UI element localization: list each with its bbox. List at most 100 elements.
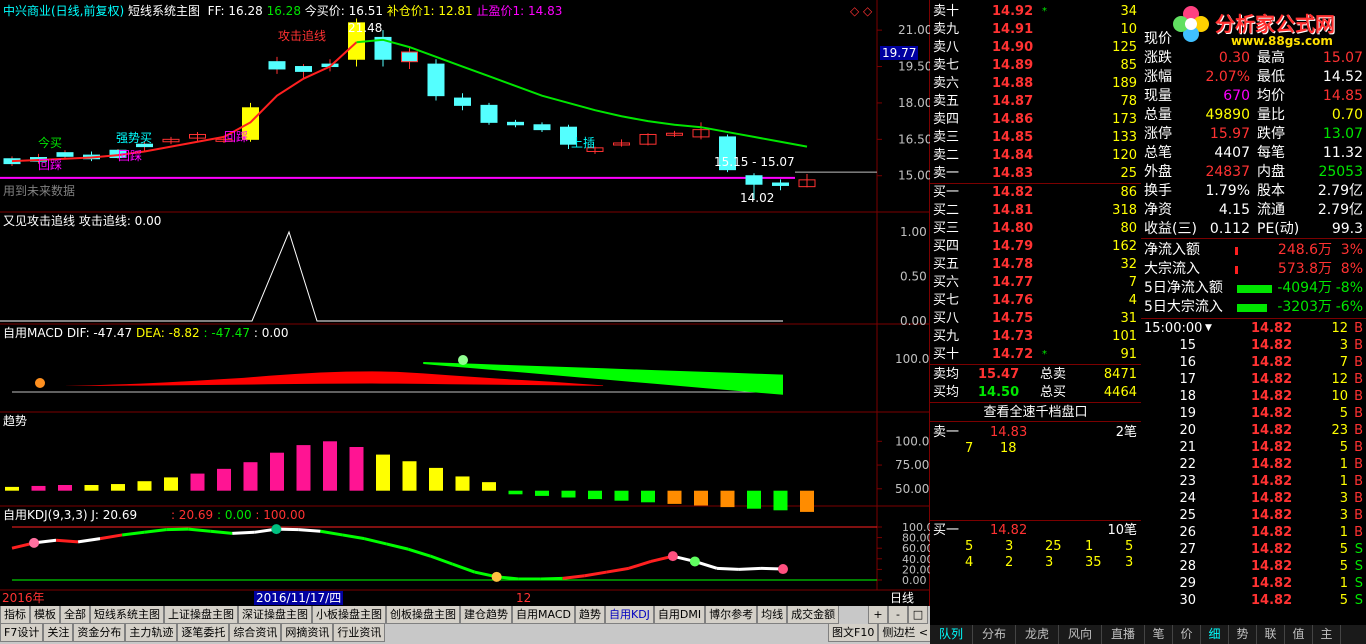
order-row[interactable]: 卖七 14.89 85 [930, 57, 1141, 74]
order-label: 卖六 [933, 76, 960, 91]
right-tab-9[interactable]: 联 [1257, 625, 1285, 644]
function-tab-2[interactable]: 资金分布 [73, 624, 126, 642]
order-row[interactable]: 买四 14.79 162 [930, 238, 1141, 255]
function-tab-4[interactable]: 逐笔委托 [177, 624, 230, 642]
order-row[interactable]: 卖五 14.87 78 [930, 93, 1141, 110]
order-row[interactable]: 买三 14.80 80 [930, 220, 1141, 237]
order-row[interactable]: 买七 14.76 4 [930, 292, 1141, 309]
indicator-tab-11[interactable]: 自用KDJ [604, 606, 654, 624]
order-label: 买一 [933, 185, 960, 200]
side-tab-0[interactable]: 图文F10 [828, 624, 879, 642]
order-row[interactable]: 买二 14.81 318 [930, 202, 1141, 219]
indicator-tab-9[interactable]: 自用MACD [512, 606, 575, 624]
right-tab-0[interactable]: 队列 [930, 625, 973, 644]
order-price: 14.89 [992, 58, 1034, 73]
indicator-tab-5[interactable]: 深证操盘主图 [238, 606, 312, 624]
right-tab-4[interactable]: 直播 [1102, 625, 1145, 644]
indicator-tab-2[interactable]: 全部 [60, 606, 90, 624]
stat-label-2: 股本 [1257, 183, 1285, 199]
function-tab-7[interactable]: 行业资讯 [333, 624, 386, 642]
right-tab-5[interactable]: 笔 [1145, 625, 1173, 644]
indicator-tab-15[interactable]: 成交金额 [787, 606, 840, 624]
indicator-tab-8[interactable]: 建仓趋势 [460, 606, 512, 624]
tick-time: 24 [1179, 491, 1196, 506]
function-tab-5[interactable]: 综合资讯 [229, 624, 282, 642]
indicator-tab-7[interactable]: 创板操盘主图 [386, 606, 460, 624]
stat-row: 净资 4.15 流通 2.79亿 [1141, 201, 1366, 220]
indicator-tab-13[interactable]: 博尔参考 [705, 606, 758, 624]
indicator-tab-0[interactable]: 指标 [0, 606, 30, 624]
trend-axis-label: 50.00 [895, 482, 929, 496]
right-tab-8[interactable]: 势 [1229, 625, 1257, 644]
stat-row: 涨幅 2.07% 最低 14.52 [1141, 68, 1366, 87]
indicator-tab-1[interactable]: 模板 [30, 606, 60, 624]
function-tab-3[interactable]: 主力轨迹 [125, 624, 178, 642]
tick-volume: 1 [1339, 525, 1348, 540]
trend-bar [694, 490, 708, 506]
avg-sell-label: 卖均 [933, 367, 960, 382]
tick-side: S [1354, 542, 1363, 557]
right-tab-3[interactable]: 风向 [1059, 625, 1102, 644]
right-tab-2[interactable]: 龙虎 [1016, 625, 1059, 644]
stat-value-1: 4407 [1214, 145, 1250, 161]
function-tab-0[interactable]: F7设计 [0, 624, 44, 642]
side-tab-1[interactable]: 侧边栏 < [878, 624, 933, 642]
indicator-tab-3[interactable]: 短线系统主图 [90, 606, 164, 624]
function-tab-6[interactable]: 网摘资讯 [281, 624, 334, 642]
stat-label-2: 量比 [1257, 107, 1285, 123]
order-row[interactable]: 卖九 14.91 10 [930, 21, 1141, 38]
function-tab-1[interactable]: 关注 [43, 624, 74, 642]
order-row[interactable]: 卖十 14.92 * 34 [930, 3, 1141, 20]
right-tab-11[interactable]: 主 [1313, 625, 1341, 644]
order-row[interactable]: 买十 14.72 * 91 [930, 346, 1141, 363]
kdj-signal-mark [271, 524, 282, 535]
order-row[interactable]: 卖四 14.86 173 [930, 111, 1141, 128]
diamond-icons[interactable]: ◇ ◇ [850, 4, 872, 18]
order-volume: 85 [1120, 58, 1137, 73]
avg-sell-price: 15.47 [978, 367, 1020, 382]
stat-value-2: 99.3 [1331, 221, 1363, 237]
order-row[interactable]: 买九 14.73 101 [930, 328, 1141, 345]
kline-chart-area[interactable]: 21.00 19.50 18.00 16.50 15.00 1.00 0.50 0.00 100… [0, 0, 930, 608]
attack-axis-label: 1.00 [900, 225, 927, 239]
order-row[interactable]: 买六 14.77 7 [930, 274, 1141, 291]
flow-row: 5日净流入额 -4094万 -8% [1141, 279, 1366, 298]
right-tab-1[interactable]: 分布 [973, 625, 1016, 644]
kdj-signal-mark [491, 571, 502, 582]
stat-value-1: 15.97 [1209, 126, 1250, 142]
tick-side: B [1354, 321, 1363, 336]
order-row[interactable]: 买一 14.82 86 [930, 184, 1141, 201]
tick-volume: 3 [1339, 491, 1348, 506]
order-row[interactable]: 买五 14.78 32 [930, 256, 1141, 273]
sell1-detail-label: 卖一 [933, 425, 960, 440]
flow-value: -4094万 [1277, 280, 1332, 296]
order-row[interactable]: 卖六 14.88 189 [930, 75, 1141, 92]
stat-value-2: 15.07 [1322, 50, 1363, 66]
zoom-control-1[interactable]: - [888, 606, 908, 624]
indicator-tab-4[interactable]: 上证操盘主图 [164, 606, 238, 624]
right-tab-6[interactable]: 价 [1173, 625, 1201, 644]
order-row[interactable]: 卖八 14.90 125 [930, 39, 1141, 56]
stat-value-1: 24837 [1205, 164, 1250, 180]
zoom-control-2[interactable]: □ [908, 606, 928, 624]
buy1-order: 3 [1125, 555, 1134, 570]
indicator-tab-14[interactable]: 均线 [757, 606, 788, 624]
right-tab-7[interactable]: 细 [1201, 625, 1229, 644]
right-tab-10[interactable]: 值 [1285, 625, 1313, 644]
order-row[interactable]: 卖二 14.84 120 [930, 147, 1141, 164]
indicator-tab-10[interactable]: 趋势 [574, 606, 605, 624]
zoom-control-0[interactable]: + [868, 606, 888, 624]
tick-volume: 5 [1339, 542, 1348, 557]
period-label[interactable]: 日线 [890, 591, 914, 605]
order-price: 14.78 [992, 257, 1034, 272]
order-row[interactable]: 卖一 14.83 25 [930, 165, 1141, 182]
buy1-order: 4 [965, 555, 974, 570]
indicator-tab-12[interactable]: 自用DMI [653, 606, 706, 624]
thousand-level-button[interactable]: 查看全速千档盘口 [930, 402, 1141, 422]
indicator-tab-6[interactable]: 小板操盘主图 [312, 606, 386, 624]
order-row[interactable]: 买八 14.75 31 [930, 310, 1141, 327]
order-row[interactable]: 卖三 14.85 133 [930, 129, 1141, 146]
order-label: 买九 [933, 329, 960, 344]
tick-price: 14.82 [1251, 542, 1293, 557]
kdj-line-segment [188, 527, 211, 533]
